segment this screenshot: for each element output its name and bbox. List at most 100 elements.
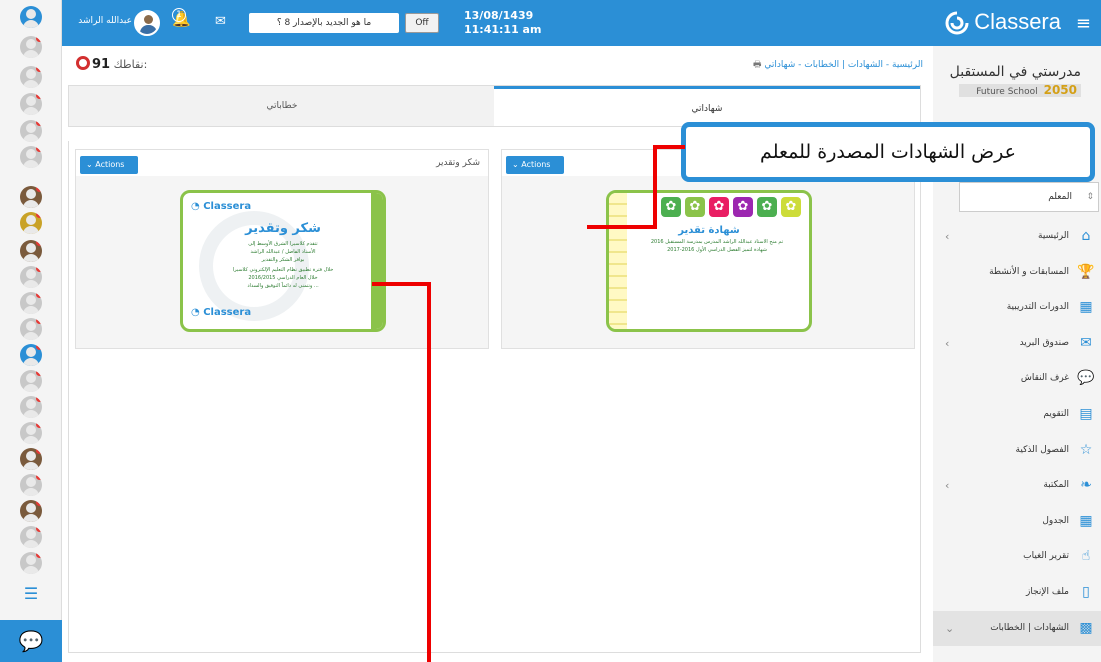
sidebar-item-label: الدورات التدريبية [1006, 302, 1069, 313]
sidebar-item-discussion[interactable]: غرف النقاش 💬 [933, 361, 1101, 397]
contact-avatar[interactable] [20, 422, 42, 444]
school-sub: Future School [976, 87, 1038, 97]
table-icon: ▦ [1079, 512, 1093, 529]
date-text: 13/08/1439 [464, 9, 534, 22]
status-dot [36, 266, 42, 272]
contact-avatar[interactable] [20, 370, 42, 392]
chevron-down-icon: ⌄ [945, 621, 955, 635]
sidebar-item-courses[interactable]: الدورات التدريبية ▦ [933, 290, 1101, 326]
status-dot [36, 240, 42, 246]
user-avatar[interactable] [134, 10, 160, 36]
sidebar-item-competitions[interactable]: المسابقات و الأنشطة 🏆 [933, 255, 1101, 291]
status-dot [36, 422, 42, 428]
time-text: 11:41:11 am [464, 23, 542, 36]
contact-avatar[interactable] [20, 36, 42, 58]
annotation-callout: عرض الشهادات المصدرة للمعلم [681, 122, 1095, 182]
contact-avatar[interactable] [20, 6, 42, 28]
certificate-line: خلال العام الدراسي 2016/2015 [248, 275, 318, 281]
chat-icon: 💬 [1077, 370, 1095, 387]
certificate-line: بوافر الشكر والتقدير [261, 257, 305, 263]
contact-avatar[interactable] [20, 186, 42, 208]
whats-new-button[interactable]: ما هو الجديد بالإصدار 8 ؟ [249, 13, 399, 33]
sidebar-item-label: الجدول [1042, 515, 1069, 526]
sidebar-item-label: غرف النقاش [1020, 373, 1069, 384]
contact-avatar[interactable] [20, 266, 42, 288]
certificate-line: ونتمنى له دائماً التوفيق والسداد ... [247, 283, 319, 289]
chat-toggle-button[interactable]: 💬 [0, 620, 62, 662]
cert-brand-footer: Classera [203, 307, 252, 318]
sidebar-item-schedule[interactable]: الجدول ▦ [933, 504, 1101, 540]
contact-avatar[interactable] [20, 526, 42, 548]
status-dot [36, 146, 42, 152]
flower-icon: ✿ [709, 197, 729, 217]
status-dot [36, 448, 42, 454]
breadcrumb-text[interactable]: الرئيسية - الشهادات | الخطابات - شهاداتي [764, 60, 923, 70]
cert-brand: Classera [203, 201, 252, 212]
contact-avatar[interactable] [20, 240, 42, 262]
school-logo: Future School 2050 [959, 84, 1081, 97]
leaf-icon: ❧ [1080, 477, 1092, 494]
contact-avatar[interactable] [20, 212, 42, 234]
sidebar-item-portfolio[interactable]: ملف الإنجاز ▯ [933, 575, 1101, 611]
contact-avatar[interactable] [20, 396, 42, 418]
sidebar-item-home[interactable]: ‹ الرئيسية ⌂ [933, 219, 1101, 255]
contact-avatar[interactable] [20, 292, 42, 314]
sidebar-item-label: صندوق البريد [1019, 337, 1069, 348]
sidebar-item-mailbox[interactable]: ‹ صندوق البريد ✉ [933, 326, 1101, 362]
sidebar-item-smart-classes[interactable]: الفصول الذكية ☆ [933, 433, 1101, 469]
status-dot [36, 552, 42, 558]
points-display: 91 نقاطك: [76, 56, 147, 72]
actions-dropdown-button[interactable]: ⌄ Actions [506, 156, 564, 174]
contact-avatar[interactable] [20, 344, 42, 366]
contact-avatar[interactable] [20, 318, 42, 340]
contact-avatar[interactable] [20, 500, 42, 522]
contact-avatar[interactable] [20, 146, 42, 168]
actions-label: Actions [521, 160, 551, 169]
chevron-left-icon: ‹ [945, 230, 950, 243]
list-icon[interactable]: ☰ [21, 586, 41, 602]
mail-icon: ✉ [1080, 334, 1092, 351]
card-title: شكر وتقدير [436, 158, 480, 168]
flower-icon: ✿ [733, 197, 753, 217]
actions-dropdown-button[interactable]: ⌄ Actions [80, 156, 138, 174]
contact-avatar[interactable] [20, 120, 42, 142]
qr-icon: ▩ [1079, 619, 1093, 636]
tab-my-certificates[interactable]: شهاداتي [494, 86, 920, 126]
certificate-heading: شكر وتقدير [245, 221, 321, 236]
certificate-thumbnail[interactable]: ◔ Classera شكر وتقدير تتقدم كلاسيرا الشر… [180, 190, 386, 332]
status-dot [36, 186, 42, 192]
certificate-line: خلال فترة تطبيق نظام التعليم الإلكتروني … [232, 267, 334, 273]
flower-icon: ✿ [757, 197, 777, 217]
sidebar-item-absence-report[interactable]: تقرير الغياب ☝ [933, 539, 1101, 575]
certificate-thumbnail[interactable]: ✿ ✿ ✿ ✿ ✿ ✿ شهادة تقدير تم منح الاستاذ ع… [606, 190, 812, 332]
tab-my-letters[interactable]: خطاباتي [69, 86, 495, 126]
points-value: 91 [92, 57, 111, 72]
mail-icon[interactable]: ✉ [215, 14, 226, 29]
sidebar-nav: ‹ الرئيسية ⌂ المسابقات و الأنشطة 🏆 الدورات … [933, 219, 1101, 647]
contact-avatar[interactable] [20, 448, 42, 470]
role-value: المعلم [1048, 192, 1072, 202]
date-time: 13/08/1439 11:41:11 am [464, 9, 541, 37]
calendar-icon: ▤ [1079, 405, 1093, 422]
brand-name[interactable]: Classera [974, 9, 1061, 35]
print-icon[interactable]: 🖶 [753, 60, 762, 70]
sidebar-item-library[interactable]: ‹ المكتبة ❧ [933, 468, 1101, 504]
status-dot [36, 474, 42, 480]
school-name: مدرستي في المستقبل [949, 64, 1081, 80]
sidebar-item-label: التقويم [1043, 408, 1069, 419]
user-name[interactable]: عبدالله الراشد [72, 16, 132, 26]
contact-avatar[interactable] [20, 474, 42, 496]
contact-avatar[interactable] [20, 66, 42, 88]
contact-avatar[interactable] [20, 93, 42, 115]
sidebar-item-label: ملف الإنجاز [1025, 586, 1069, 597]
status-dot [36, 93, 42, 99]
sidebar-item-certificates[interactable]: ⌄ الشهادات | الخطابات ▩ [933, 610, 1101, 647]
chevron-left-icon: ‹ [945, 479, 950, 493]
contact-avatar[interactable] [20, 552, 42, 574]
classera-logo: ◔ Classera [191, 201, 252, 212]
sidebar-item-calendar[interactable]: التقويم ▤ [933, 397, 1101, 433]
hamburger-icon[interactable]: ≡ [1076, 13, 1091, 34]
sidebar-item-label: الشهادات | الخطابات [990, 622, 1069, 633]
mode-toggle[interactable]: Off [405, 13, 439, 33]
role-select[interactable]: المعلم ⇕ [959, 182, 1099, 212]
